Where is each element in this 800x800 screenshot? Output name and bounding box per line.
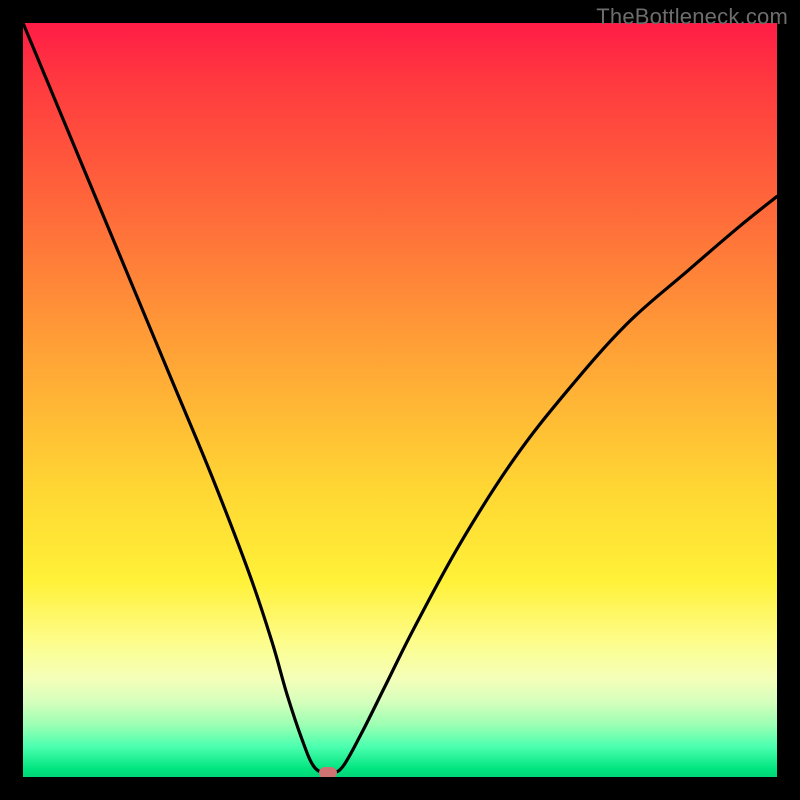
plot-area	[23, 23, 777, 777]
bottleneck-curve	[23, 23, 777, 777]
chart-frame: TheBottleneck.com	[0, 0, 800, 800]
min-marker	[319, 767, 337, 777]
watermark-text: TheBottleneck.com	[596, 4, 788, 30]
